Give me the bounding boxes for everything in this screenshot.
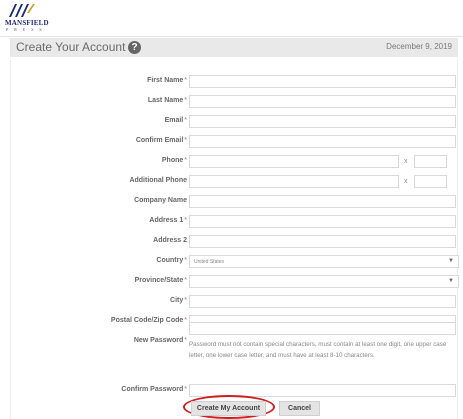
email-label: Email* — [164, 117, 187, 124]
logo-subtext: P R E S S — [6, 27, 45, 32]
postal-code-label: Postal Code/Zip Code* — [110, 317, 187, 324]
help-circle-icon[interactable]: ? — [128, 41, 141, 54]
address2-input[interactable] — [189, 235, 456, 248]
province-select[interactable]: ▼ — [189, 275, 459, 288]
phone-label: Phone* — [161, 157, 187, 164]
country-label: Country* — [156, 257, 187, 264]
address1-label: Address 1* — [149, 217, 187, 224]
create-account-button[interactable]: Create My Account — [191, 401, 266, 416]
phone-ext-separator: x — [404, 158, 408, 165]
logo-mark-icon — [9, 4, 35, 17]
city-input[interactable] — [189, 295, 456, 308]
address2-label: Address 2 — [153, 237, 187, 244]
chevron-down-icon: ▼ — [448, 278, 454, 284]
chevron-down-icon: ▼ — [448, 258, 454, 264]
country-select[interactable]: United States ▼ — [189, 255, 459, 268]
city-label: City* — [170, 297, 187, 304]
new-password-input[interactable] — [189, 322, 456, 335]
page-header: Create Your Account ? December 9, 2019 — [10, 38, 458, 57]
province-label: Province/State* — [134, 277, 187, 284]
additional-phone-extension-input[interactable] — [414, 175, 447, 188]
first-name-input[interactable] — [189, 75, 456, 88]
confirm-email-label: Confirm Email* — [135, 137, 187, 144]
additional-phone-label: Additional Phone — [129, 177, 187, 184]
additional-phone-input[interactable] — [189, 175, 399, 188]
first-name-label: First Name* — [147, 77, 187, 84]
mansfield-logo[interactable]: MANSFIELD P R E S S — [5, 3, 49, 35]
cancel-button[interactable]: Cancel — [279, 401, 320, 416]
header-date: December 9, 2019 — [386, 42, 452, 51]
phone-input[interactable] — [189, 155, 399, 168]
additional-phone-ext-separator: x — [404, 178, 408, 185]
logo-text: MANSFIELD — [5, 19, 49, 27]
country-selected-value: United States — [194, 259, 225, 265]
create-account-form: First Name* Last Name* Email* Confirm Em… — [10, 60, 459, 419]
top-bar: MANSFIELD P R E S S — [0, 0, 463, 37]
last-name-input[interactable] — [189, 95, 456, 108]
company-name-label: Company Name — [134, 197, 187, 204]
email-input[interactable] — [189, 115, 456, 128]
password-requirements-note: Password must not contain special charac… — [189, 341, 447, 359]
phone-extension-input[interactable] — [414, 155, 447, 168]
address1-input[interactable] — [189, 215, 456, 228]
new-password-label: New Password* — [133, 337, 187, 344]
confirm-email-input[interactable] — [189, 135, 456, 148]
page-title: Create Your Account — [16, 40, 126, 54]
last-name-label: Last Name* — [147, 97, 187, 104]
confirm-password-label: Confirm Password* — [121, 386, 187, 393]
company-name-input[interactable] — [189, 195, 456, 208]
